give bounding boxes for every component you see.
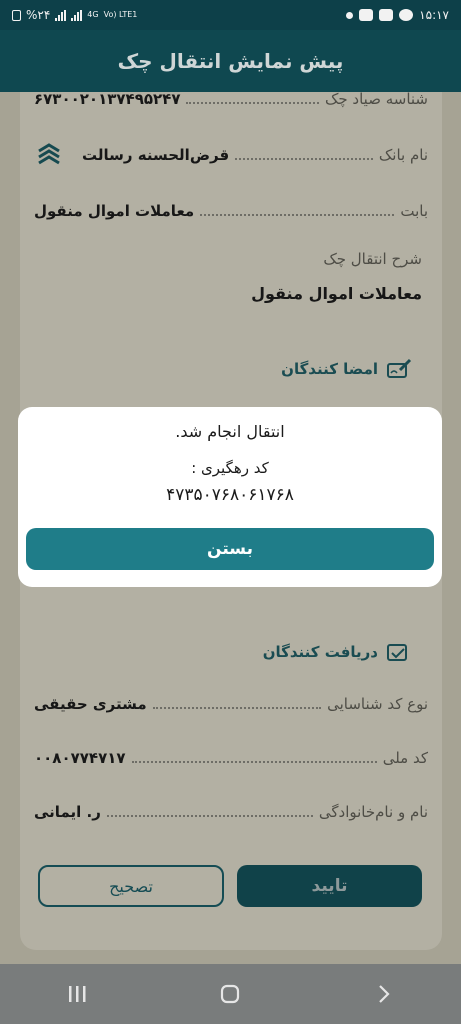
leader-dots bbox=[200, 214, 395, 216]
signal-icon-2 bbox=[71, 9, 83, 21]
bank-value: قرض‌الحسنه رسالت bbox=[82, 146, 230, 164]
battery-icon bbox=[12, 9, 21, 21]
sayad-label: شناسه صیاد چک bbox=[324, 90, 428, 108]
page-title: پیش نمایش انتقال چک bbox=[117, 49, 344, 73]
status-left: %۲۴ 4G Vo) LTE1 bbox=[12, 8, 346, 22]
status-bar: %۲۴ 4G Vo) LTE1 ۱۵:۱۷ bbox=[0, 0, 461, 30]
dialog-title: انتقال انجام شد. bbox=[175, 422, 285, 441]
name-value: ر. ایمانی bbox=[34, 803, 101, 821]
tracking-code-label: کد رهگیری : bbox=[191, 459, 269, 477]
recent-apps-icon[interactable] bbox=[47, 974, 107, 1014]
leader-dots bbox=[131, 761, 377, 763]
national-id-value: ۰۰۸۰۷۷۴۷۱۷ bbox=[34, 749, 126, 767]
leader-dots bbox=[235, 158, 373, 160]
leader-dots bbox=[106, 815, 313, 817]
national-id-label: کد ملی bbox=[382, 749, 428, 767]
signature-icon bbox=[387, 358, 412, 378]
description-label: شرح انتقال چک bbox=[323, 250, 422, 268]
lte-indicator: Vo) LTE1 bbox=[103, 10, 138, 19]
leader-dots bbox=[152, 707, 322, 709]
messages-icon bbox=[359, 9, 374, 21]
name-row: نام و نام‌خانوادگی ر. ایمانی bbox=[34, 799, 428, 825]
signers-section-header: امضا کنندگان bbox=[281, 358, 412, 380]
receivers-section-header: دریافت کنندگان bbox=[263, 641, 412, 663]
success-dialog: انتقال انجام شد. کد رهگیری : ۴۷۳۵۰۷۶۸۰۶۱… bbox=[18, 407, 442, 587]
system-nav-bar bbox=[0, 964, 461, 1024]
id-type-row: نوع کد شناسایی مشتری حقیقی bbox=[34, 691, 428, 717]
app-bar: پیش نمایش انتقال چک bbox=[0, 30, 461, 92]
edit-button[interactable]: تصحیح bbox=[38, 865, 224, 907]
sayad-value: ۶۷۳۰۰۲۰۱۳۷۴۹۵۲۴۷ bbox=[34, 90, 181, 108]
leader-dots bbox=[186, 102, 319, 104]
receivers-title: دریافت کنندگان bbox=[262, 643, 378, 661]
reason-value: معاملات اموال منقول bbox=[34, 202, 195, 220]
receivers-icon bbox=[387, 644, 407, 661]
signal-icon bbox=[55, 9, 67, 21]
sayad-row: شناسه صیاد چک ۶۷۳۰۰۲۰۱۳۷۴۹۵۲۴۷ bbox=[34, 86, 428, 112]
notification-dot-icon bbox=[346, 11, 354, 19]
close-button[interactable]: بستن bbox=[26, 528, 434, 570]
id-type-value: مشتری حقیقی bbox=[34, 695, 147, 713]
name-label: نام و نام‌خانوادگی bbox=[318, 803, 428, 821]
status-right: ۱۵:۱۷ bbox=[346, 8, 449, 22]
battery-percent: %۲۴ bbox=[26, 8, 51, 22]
id-type-label: نوع کد شناسایی bbox=[327, 695, 428, 713]
clock: ۱۵:۱۷ bbox=[419, 8, 449, 22]
description-value: معاملات اموال منقول bbox=[251, 284, 422, 303]
network-type: 4G bbox=[87, 10, 99, 19]
back-icon[interactable] bbox=[354, 974, 414, 1014]
home-icon[interactable] bbox=[200, 974, 260, 1014]
national-id-row: کد ملی ۰۰۸۰۷۷۴۷۱۷ bbox=[34, 745, 428, 771]
gallery-icon bbox=[379, 9, 394, 21]
vpn-icon bbox=[399, 9, 414, 21]
reason-row: بابت معاملات اموال منقول bbox=[34, 198, 428, 224]
reason-label: بابت bbox=[400, 202, 428, 220]
bank-logo-icon bbox=[38, 143, 60, 165]
signers-title: امضا کنندگان bbox=[281, 360, 378, 378]
bank-row: نام بانک قرض‌الحسنه رسالت bbox=[82, 142, 428, 168]
tracking-code-value: ۴۷۳۵۰۷۶۸۰۶۱۷۶۸ bbox=[166, 485, 294, 505]
bank-label: نام بانک bbox=[378, 146, 428, 164]
confirm-button[interactable]: تایید bbox=[237, 865, 422, 907]
